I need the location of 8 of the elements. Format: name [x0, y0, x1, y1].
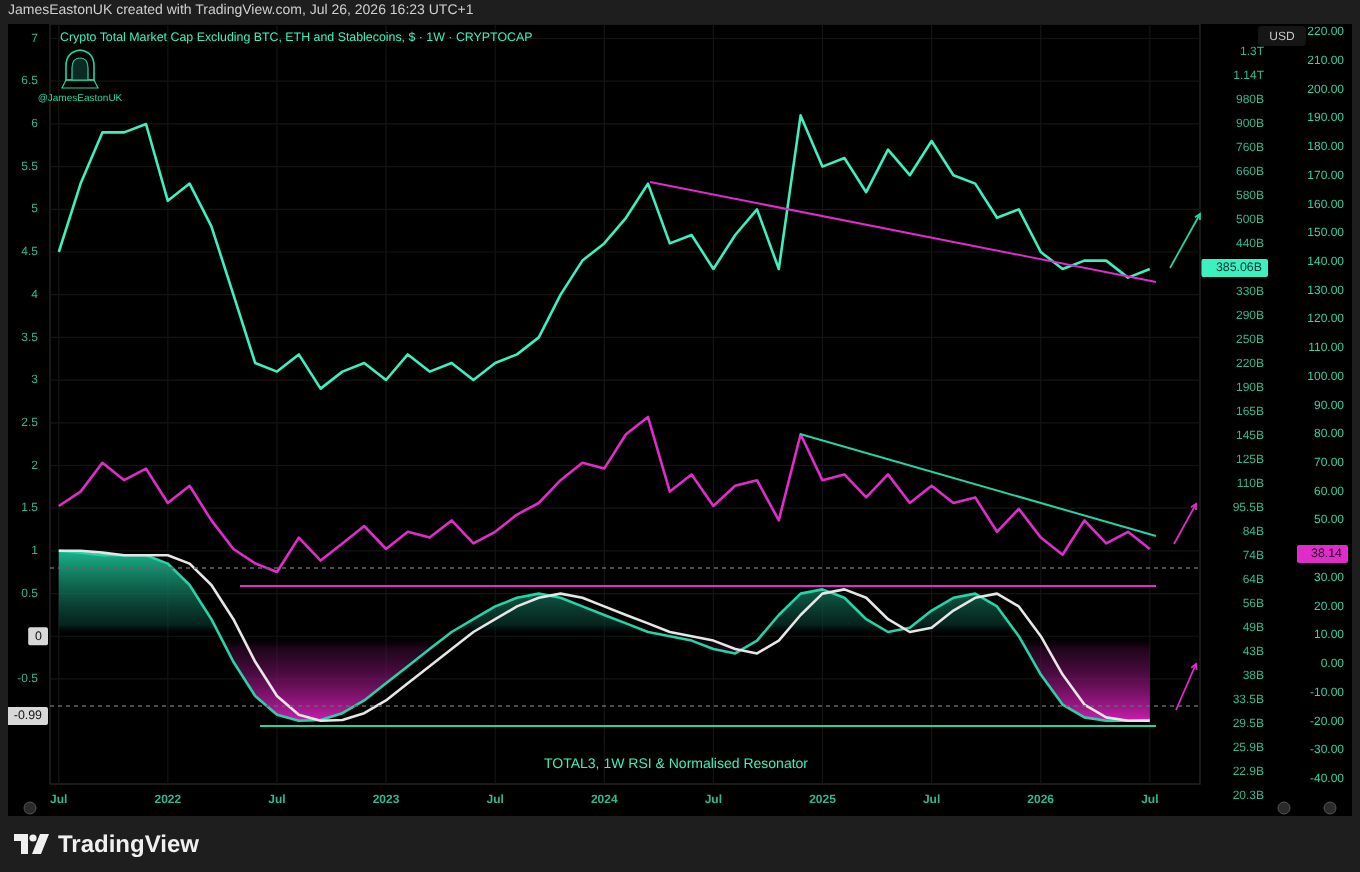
brand-logo-icon — [14, 834, 50, 854]
arrow — [1169, 212, 1201, 269]
brand-name: TradingView — [58, 830, 199, 858]
round-button-icon[interactable] — [23, 801, 37, 815]
arrow — [1175, 662, 1198, 711]
arrow — [1173, 502, 1197, 545]
round-button-icon[interactable] — [1277, 801, 1291, 815]
round-button-icon[interactable] — [1323, 801, 1337, 815]
